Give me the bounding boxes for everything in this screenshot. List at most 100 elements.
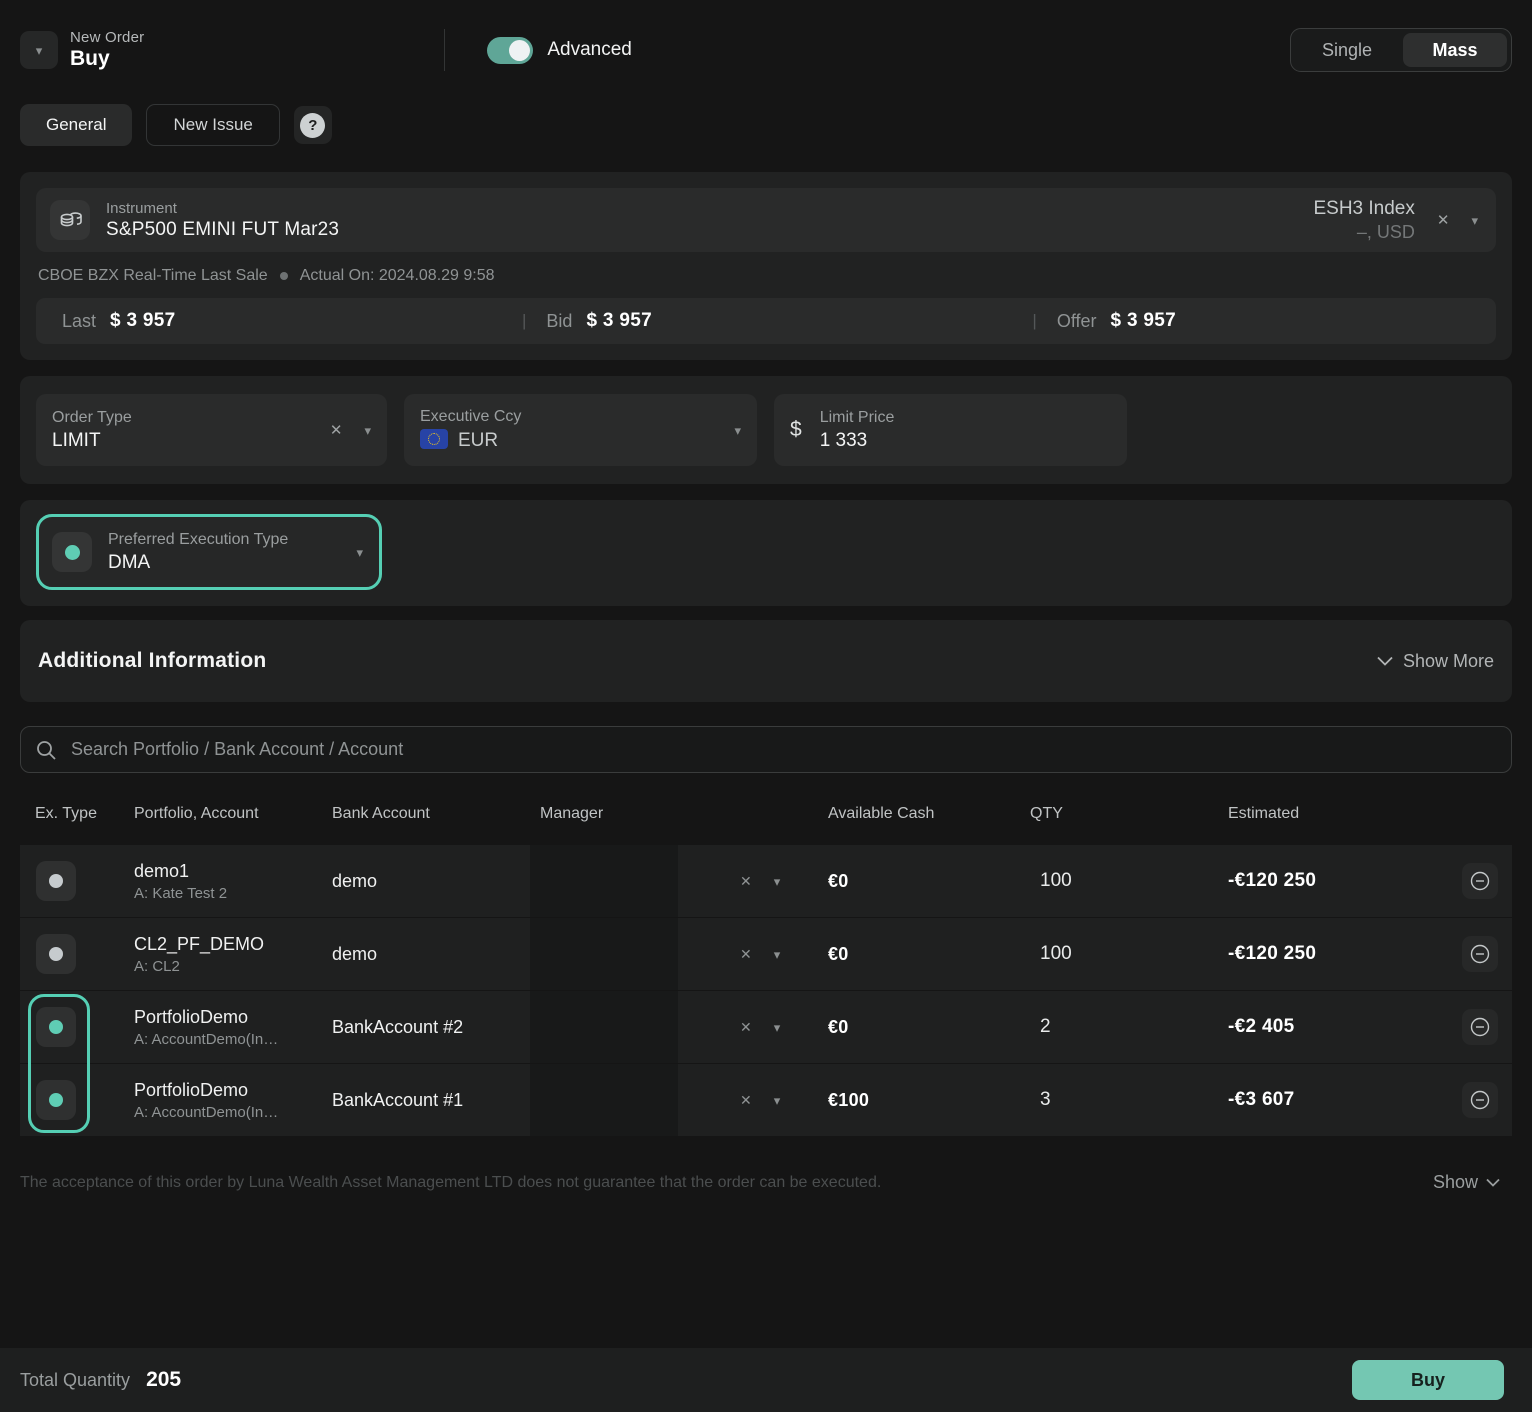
estimated-cell: -€2 405 bbox=[1228, 1016, 1462, 1038]
manager-field[interactable] bbox=[530, 1064, 678, 1136]
minus-circle-icon bbox=[1469, 943, 1491, 965]
portfolio-name: PortfolioDemo bbox=[134, 1007, 320, 1028]
manager-cell: ✕ ▾ bbox=[530, 845, 828, 917]
remove-row-button[interactable] bbox=[1462, 863, 1498, 899]
qty-cell[interactable]: 100 bbox=[1030, 943, 1228, 965]
offer-value: $ 3 957 bbox=[1111, 310, 1177, 332]
portfolio-cell: demo1 A: Kate Test 2 bbox=[120, 861, 320, 902]
limit-price-label: Limit Price bbox=[820, 409, 895, 427]
instrument-field[interactable]: Instrument S&P500 EMINI FUT Mar23 ESH3 I… bbox=[36, 188, 1496, 252]
ex-type-toggle[interactable] bbox=[36, 861, 76, 901]
price-offer: Offer $ 3 957 bbox=[1057, 310, 1486, 332]
tab-general[interactable]: General bbox=[20, 104, 132, 146]
toggle-knob bbox=[509, 40, 530, 61]
clear-instrument-icon[interactable]: ✕ bbox=[1437, 211, 1450, 229]
executive-ccy-field[interactable]: Executive Ccy EUR ▾ bbox=[404, 394, 757, 466]
new-order-label: New Order bbox=[70, 29, 144, 46]
remove-row-button[interactable] bbox=[1462, 1082, 1498, 1118]
chevron-down-icon[interactable]: ▾ bbox=[364, 424, 371, 437]
chevron-down-icon[interactable]: ▾ bbox=[774, 948, 781, 961]
clear-manager-icon[interactable]: ✕ bbox=[740, 946, 752, 963]
order-type-label: Order Type bbox=[52, 409, 132, 427]
portfolio-cell: PortfolioDemo A: AccountDemo(In… bbox=[120, 1080, 320, 1121]
instrument-section: Instrument S&P500 EMINI FUT Mar23 ESH3 I… bbox=[20, 172, 1512, 360]
remove-row-button[interactable] bbox=[1462, 1009, 1498, 1045]
additional-info-title: Additional Information bbox=[38, 649, 266, 673]
instrument-ticker: ESH3 Index –, USD bbox=[1313, 198, 1414, 243]
instrument-text: Instrument S&P500 EMINI FUT Mar23 bbox=[106, 200, 339, 241]
price-bid: Bid $ 3 957 bbox=[546, 310, 1032, 332]
manager-field[interactable] bbox=[530, 991, 678, 1063]
estimated-cell: -€3 607 bbox=[1228, 1089, 1462, 1111]
estimated-cell: -€120 250 bbox=[1228, 870, 1462, 892]
estimated-cell: -€120 250 bbox=[1228, 943, 1462, 965]
advanced-toggle[interactable] bbox=[487, 37, 533, 64]
chevron-down-icon[interactable]: ▾ bbox=[356, 546, 363, 559]
show-more-label: Show More bbox=[1403, 651, 1494, 672]
footer-bar: Total Quantity 205 Buy bbox=[0, 1348, 1532, 1412]
qty-cell[interactable]: 100 bbox=[1030, 870, 1228, 892]
feed-line: CBOE BZX Real-Time Last Sale Actual On: … bbox=[38, 267, 1496, 285]
ticker-currency: –, USD bbox=[1313, 222, 1414, 243]
col-ex-type: Ex. Type bbox=[20, 805, 120, 823]
price-last: Last $ 3 957 bbox=[46, 310, 522, 332]
col-qty: QTY bbox=[1030, 805, 1228, 823]
mode-option-single[interactable]: Single bbox=[1295, 33, 1399, 67]
qty-cell[interactable]: 2 bbox=[1030, 1016, 1228, 1038]
minus-circle-icon bbox=[1469, 1089, 1491, 1111]
show-more-button[interactable]: Show More bbox=[1377, 651, 1494, 672]
order-type-field[interactable]: Order Type LIMIT ✕ ▾ bbox=[36, 394, 387, 466]
coins-icon bbox=[50, 200, 90, 240]
feed-timestamp: Actual On: 2024.08.29 9:58 bbox=[300, 267, 495, 285]
chevron-down-icon[interactable]: ▾ bbox=[774, 875, 781, 888]
dollar-icon: $ bbox=[790, 418, 802, 442]
price-divider: | bbox=[1032, 311, 1036, 331]
manager-field[interactable] bbox=[530, 845, 678, 917]
clear-manager-icon[interactable]: ✕ bbox=[740, 1092, 752, 1109]
ex-type-toggle[interactable] bbox=[36, 934, 76, 974]
ex-type-dot-icon bbox=[49, 1020, 63, 1034]
chevron-down-icon[interactable]: ▾ bbox=[774, 1021, 781, 1034]
instrument-right: ESH3 Index –, USD ✕ ▾ bbox=[1313, 198, 1478, 243]
help-button[interactable]: ? bbox=[294, 106, 332, 144]
table-row: PortfolioDemo A: AccountDemo(In… BankAcc… bbox=[20, 1064, 1512, 1136]
manager-cell: ✕ ▾ bbox=[530, 1064, 828, 1136]
tab-new-issue[interactable]: New Issue bbox=[146, 104, 279, 146]
executive-ccy-label: Executive Ccy bbox=[420, 408, 521, 426]
manager-field[interactable] bbox=[530, 918, 678, 990]
disclaimer-row: The acceptance of this order by Luna Wea… bbox=[20, 1172, 1512, 1193]
clear-manager-icon[interactable]: ✕ bbox=[740, 1019, 752, 1036]
chevron-down-icon[interactable]: ▾ bbox=[774, 1094, 781, 1107]
table-row: demo1 A: Kate Test 2 demo ✕ ▾ €0 100 -€1… bbox=[20, 845, 1512, 917]
ticker-code: ESH3 Index bbox=[1313, 198, 1414, 220]
buy-button[interactable]: Buy bbox=[1352, 1360, 1504, 1400]
portfolio-name: demo1 bbox=[134, 861, 320, 882]
ex-type-toggle[interactable] bbox=[36, 1080, 76, 1120]
remove-row-button[interactable] bbox=[1462, 936, 1498, 972]
qty-cell[interactable]: 3 bbox=[1030, 1089, 1228, 1111]
limit-price-field[interactable]: $ Limit Price 1 333 bbox=[774, 394, 1127, 466]
portfolio-cell: PortfolioDemo A: AccountDemo(In… bbox=[120, 1007, 320, 1048]
side-dropdown-button[interactable]: ▾ bbox=[20, 31, 58, 69]
chevron-down-icon bbox=[1377, 656, 1393, 666]
available-cash-cell: €0 bbox=[828, 871, 1030, 892]
portfolio-cell: CL2_PF_DEMO A: CL2 bbox=[120, 934, 320, 975]
clear-order-type-icon[interactable]: ✕ bbox=[330, 421, 343, 439]
mode-option-mass[interactable]: Mass bbox=[1403, 33, 1507, 67]
ex-type-toggle[interactable] bbox=[36, 1007, 76, 1047]
instrument-label: Instrument bbox=[106, 200, 339, 217]
table-header: Ex. Type Portfolio, Account Bank Account… bbox=[20, 793, 1512, 835]
bank-account-cell: BankAccount #1 bbox=[320, 1090, 530, 1111]
chevron-down-icon[interactable]: ▾ bbox=[1471, 214, 1478, 227]
search-input[interactable] bbox=[71, 739, 1497, 760]
clear-manager-icon[interactable]: ✕ bbox=[740, 873, 752, 890]
bid-label: Bid bbox=[546, 311, 572, 332]
minus-circle-icon bbox=[1469, 870, 1491, 892]
bank-account-cell: demo bbox=[320, 944, 530, 965]
teal-dot-icon bbox=[65, 545, 80, 560]
mode-segmented-control: Single Mass bbox=[1290, 28, 1512, 72]
chevron-down-icon[interactable]: ▾ bbox=[734, 424, 741, 437]
show-disclaimer-button[interactable]: Show bbox=[1433, 1172, 1512, 1193]
account-name: A: AccountDemo(In… bbox=[134, 1031, 320, 1048]
preferred-execution-field[interactable]: Preferred Execution Type DMA ▾ bbox=[36, 514, 382, 590]
